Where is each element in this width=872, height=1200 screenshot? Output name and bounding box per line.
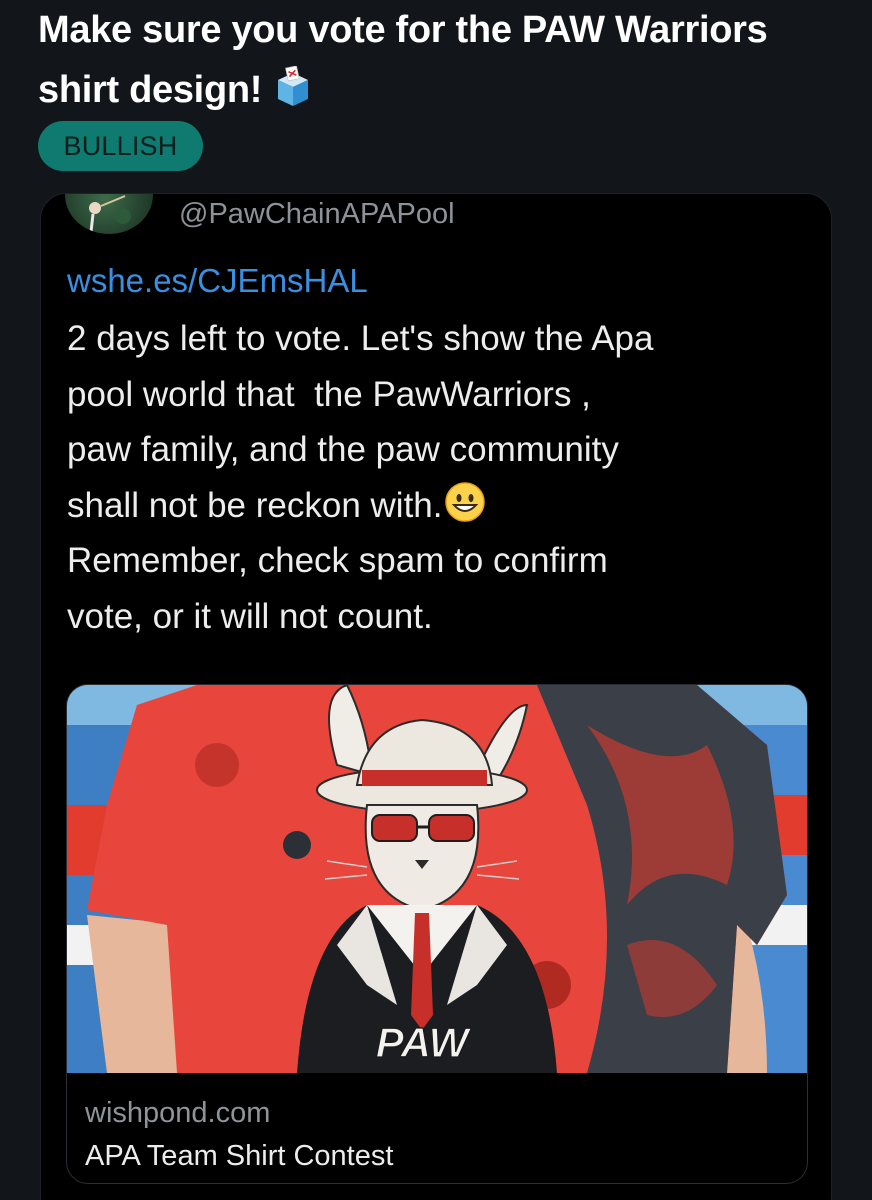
post-title-line-2-text: shirt design! [38,69,263,111]
card-domain: wishpond.com [85,1097,271,1129]
smiley-icon [444,481,486,523]
embed-line-5: Remember, check spam to confirm [67,541,608,580]
embed-line-4-text: shall not be reckon with. [67,485,443,525]
link-preview-card[interactable]: PAW wishpond.com APA Team Shirt Contest [66,684,808,1184]
embed-line-4: shall not be reckon with. [67,478,827,534]
embed-body: 2 days left to vote. Let's show the Apa p… [67,311,827,644]
embedded-post[interactable]: @PawChainAPAPool wshe.es/CJEmsHAL 2 days… [40,193,832,1200]
embed-line-6: vote, or it will not count. [67,596,433,636]
ballot-box-icon [270,65,316,108]
sentiment-badge[interactable]: BULLISH [38,121,203,171]
embed-author-handle[interactable]: @PawChainAPAPool [179,198,455,231]
card-title[interactable]: APA Team Shirt Contest [85,1140,393,1173]
shirt-logo-text: PAW [376,1019,472,1066]
embed-link[interactable]: wshe.es/CJEmsHAL [67,262,368,300]
shirt-photo: PAW [67,685,807,1073]
post-title-line-2: shirt design! [38,60,838,120]
post-title-line-1: Make sure you vote for the PAW Warriors [38,9,768,51]
post-title: Make sure you vote for the PAW Warriors … [38,0,838,120]
embed-line-1: 2 days left to vote. Let's show the Apa [67,319,654,358]
avatar[interactable] [65,194,153,234]
embed-line-3: paw family, and the paw community [67,430,619,469]
embed-line-2: pool world that the PawWarriors , [67,374,591,414]
